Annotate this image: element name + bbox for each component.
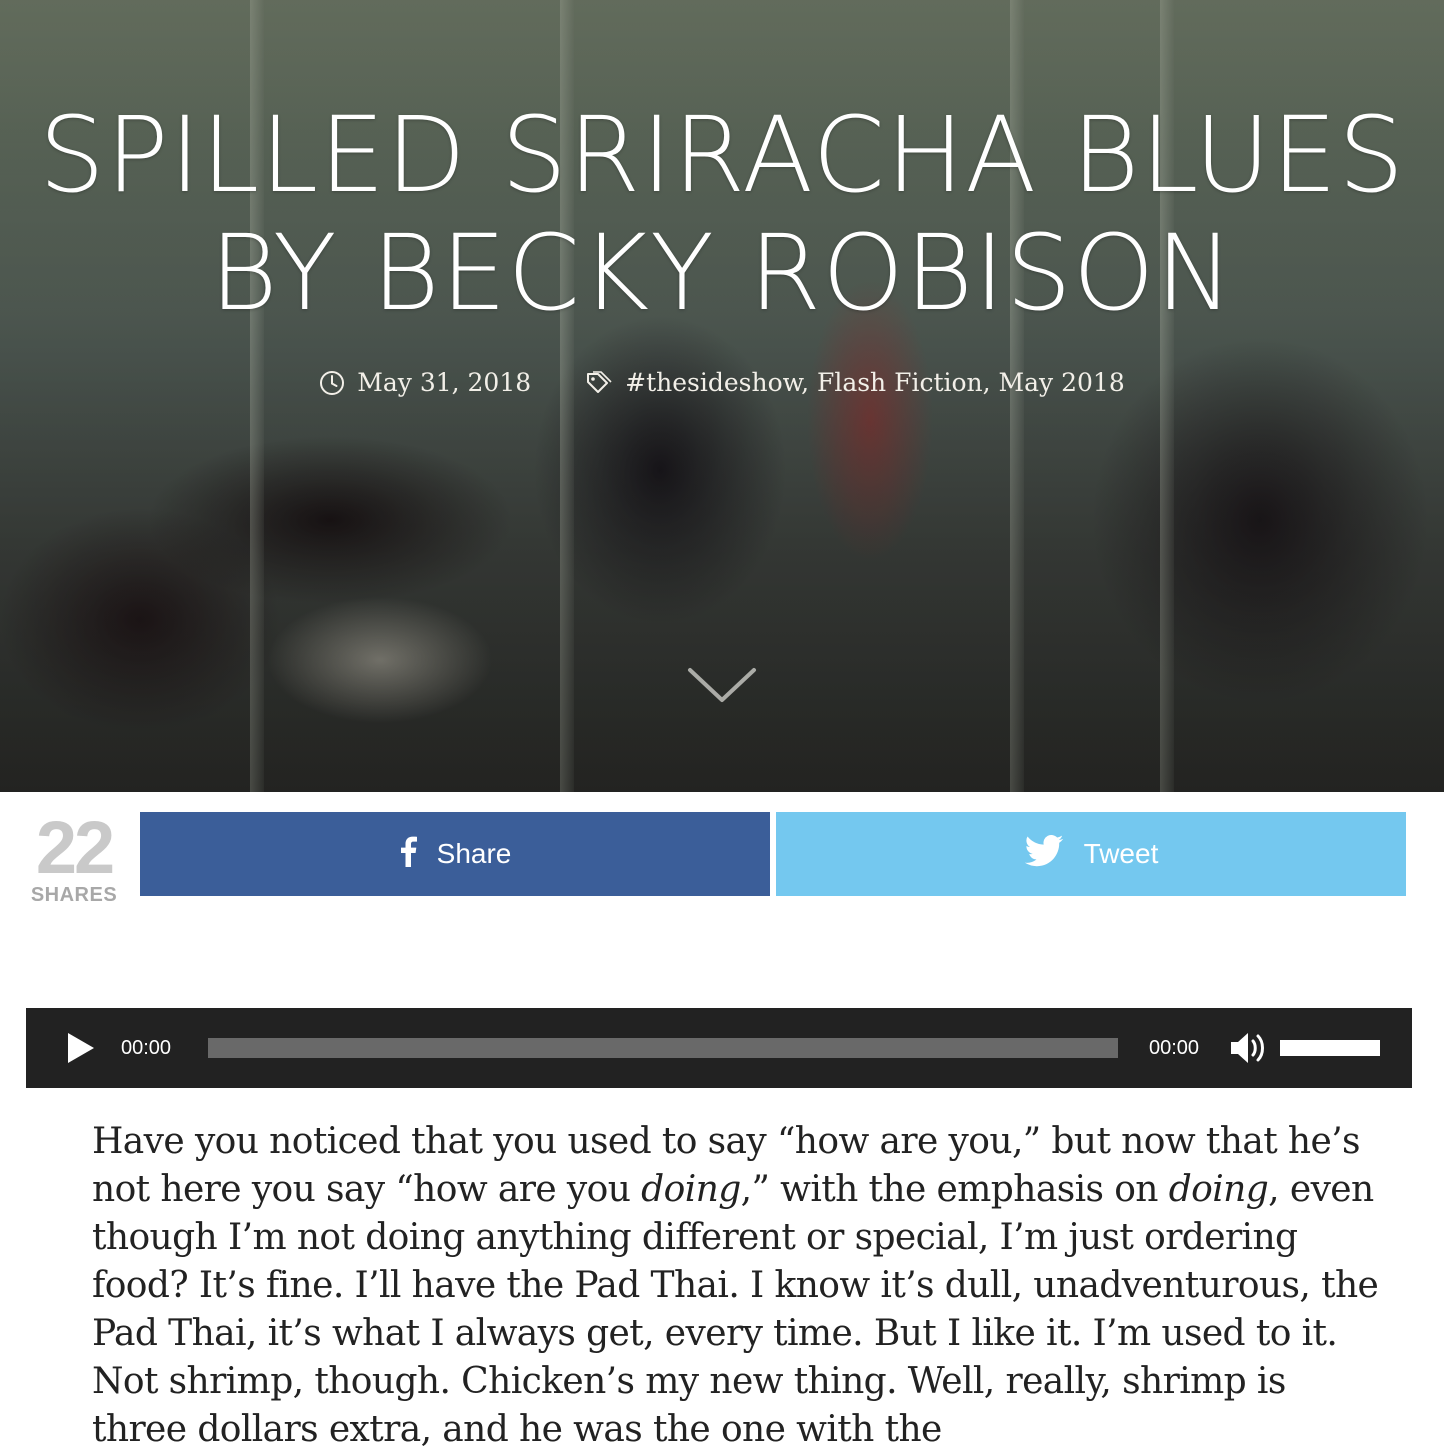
post-date: May 31, 2018: [319, 368, 531, 397]
page-title-line-2: by Becky Robison: [209, 212, 1235, 334]
article-text: ,” with the emphasis on: [740, 1169, 1169, 1210]
page-title-line-1: Spilled Sriracha Blues: [38, 94, 1406, 216]
post-meta: May 31, 2018 #thesideshow, Flash Fiction…: [0, 368, 1444, 397]
play-icon[interactable]: [64, 1030, 98, 1066]
facebook-icon: [399, 835, 417, 874]
speaker-icon[interactable]: [1228, 1028, 1268, 1068]
volume-slider[interactable]: [1280, 1040, 1380, 1056]
audio-player: 00:00 00:00: [26, 1008, 1412, 1088]
chevron-down-icon[interactable]: [686, 664, 758, 708]
article-emphasis: doing: [641, 1169, 741, 1210]
volume-level: [1280, 1040, 1380, 1056]
post-date-text: May 31, 2018: [357, 368, 532, 397]
duration: 00:00: [1149, 1037, 1200, 1059]
tag-icon: [585, 370, 613, 396]
twitter-share-label: Tweet: [1083, 838, 1159, 869]
facebook-share-label: Share: [436, 838, 512, 869]
share-count: 22 SHARES: [26, 806, 122, 907]
article-body: Have you noticed that you used to say “h…: [92, 1118, 1382, 1454]
post-categories: #thesideshow, Flash Fiction, May 2018: [585, 368, 1125, 397]
clock-icon: [319, 370, 345, 396]
hero-banner: Spilled Sriracha Blues by Becky Robison …: [0, 0, 1444, 792]
twitter-icon: [1024, 834, 1064, 874]
article-emphasis: doing: [1168, 1169, 1269, 1210]
facebook-share-button[interactable]: Share: [140, 812, 770, 896]
share-count-label: SHARES: [30, 884, 118, 906]
progress-rail[interactable]: [208, 1038, 1118, 1058]
twitter-share-button[interactable]: Tweet: [776, 812, 1406, 896]
post-categories-links[interactable]: #thesideshow, Flash Fiction, May 2018: [625, 368, 1125, 397]
share-count-number: 22: [35, 806, 115, 889]
article-text: , even though I’m not doing anything dif…: [92, 1169, 1379, 1450]
current-time: 00:00: [121, 1037, 172, 1059]
page-title: Spilled Sriracha Blues by Becky Robison: [0, 96, 1444, 332]
